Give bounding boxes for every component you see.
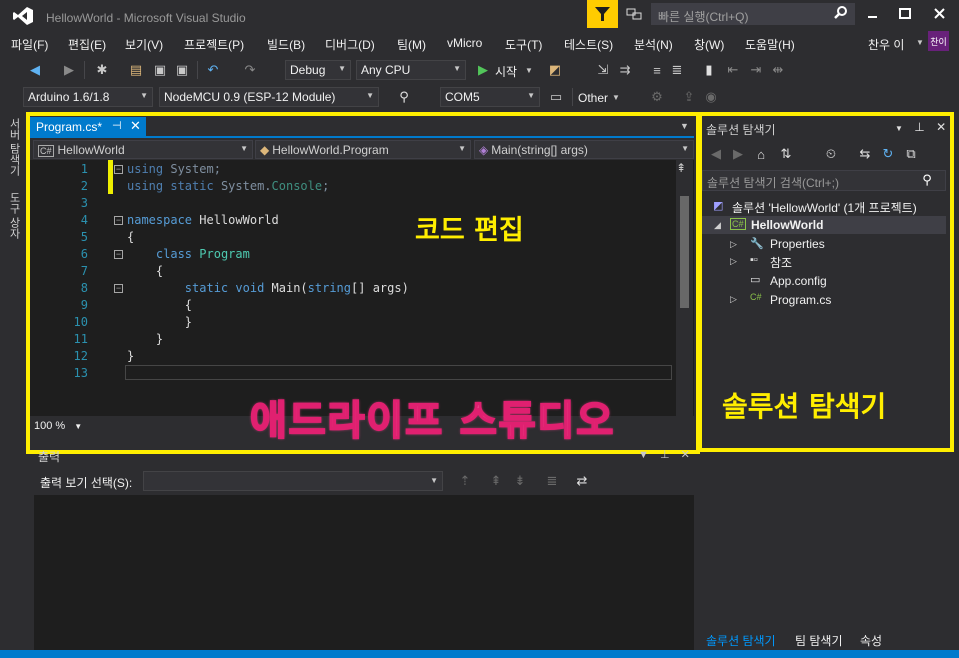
output-panel-controls[interactable]: ▼ ⊥ ✕ — [638, 448, 690, 461]
debug-play-icon[interactable]: ◉ — [702, 88, 720, 106]
menu-help[interactable]: 도움말(H) — [745, 36, 795, 53]
brand-watermark: 애드라이프 스튜디오 — [249, 397, 616, 445]
redo-icon[interactable]: ↷ — [241, 61, 259, 79]
menu-team[interactable]: 팀(M) — [397, 36, 426, 53]
prev-bookmark-icon[interactable]: ⇤ — [724, 61, 742, 79]
chevron-down-icon: ▼ — [453, 64, 461, 73]
server-explorer-tab[interactable]: 서버 탐색기 — [6, 118, 22, 176]
menu-edit[interactable]: 편집(E) — [68, 36, 106, 53]
save-all-icon[interactable]: ▣ — [173, 61, 191, 79]
quick-launch-placeholder: 빠른 실행(Ctrl+Q) — [658, 10, 749, 24]
toolbox-tab[interactable]: 도구 상자 — [6, 192, 22, 239]
platform-value: Any CPU — [361, 63, 411, 77]
clear-all-icon[interactable]: ≣ — [543, 472, 561, 490]
forward-icon[interactable]: ▶ — [60, 61, 78, 79]
chevron-down-icon[interactable]: ▼ — [612, 93, 620, 102]
output-panel-title: 출력 — [38, 450, 61, 464]
serial-monitor-icon[interactable]: ▭ — [547, 88, 565, 106]
menu-debug[interactable]: 디버그(D) — [325, 36, 375, 53]
menu-window[interactable]: 창(W) — [694, 36, 724, 53]
browser-link-icon[interactable]: ◩ — [546, 61, 564, 79]
clear-bookmarks-icon[interactable]: ⇹ — [769, 61, 787, 79]
user-dropdown-chevron-icon[interactable]: ▼ — [916, 38, 924, 47]
menu-test[interactable]: 테스트(S) — [564, 36, 613, 53]
step-into-icon[interactable]: ⇲ — [594, 61, 612, 79]
tab-properties[interactable]: 속성 — [860, 632, 882, 649]
platform-dropdown[interactable]: Any CPU ▼ — [356, 60, 466, 80]
port-dropdown[interactable]: COM5 ▼ — [440, 87, 540, 107]
chevron-down-icon[interactable]: ▼ — [525, 66, 533, 75]
open-file-icon[interactable]: ▤ — [127, 61, 145, 79]
save-icon[interactable]: ▣ — [151, 61, 169, 79]
chevron-down-icon: ▼ — [338, 64, 346, 73]
bookmark-icon[interactable]: ▮ — [700, 61, 718, 79]
gear-icon[interactable]: ⚙ — [648, 88, 666, 106]
output-text-area[interactable] — [34, 495, 694, 650]
toolbar-separator — [572, 88, 573, 106]
back-icon[interactable]: ◀ — [26, 61, 44, 79]
new-project-icon[interactable]: ✱ — [93, 61, 111, 79]
menu-tools[interactable]: 도구(T) — [505, 36, 542, 53]
menu-build[interactable]: 빌드(B) — [267, 36, 305, 53]
avatar[interactable]: 찬이 — [928, 31, 949, 51]
chevron-down-icon: ▼ — [527, 91, 535, 100]
step-over-icon[interactable]: ⇉ — [616, 61, 634, 79]
uncomment-icon[interactable]: ≣ — [668, 61, 686, 79]
menu-file[interactable]: 파일(F) — [11, 36, 48, 53]
pin-icon[interactable]: ⊥ — [660, 449, 670, 461]
board-version-value: Arduino 1.6/1.8 — [28, 90, 110, 104]
status-bar — [0, 650, 959, 658]
solution-explorer-annotation: 솔루션 탐색기 — [722, 390, 887, 423]
next-bookmark-icon[interactable]: ⇥ — [747, 61, 765, 79]
prev-message-icon[interactable]: ⇞ — [487, 472, 505, 490]
tab-team-explorer[interactable]: 팀 탐색기 — [795, 632, 843, 649]
find-message-icon[interactable]: ⇡ — [456, 472, 474, 490]
tab-solution-explorer[interactable]: 솔루션 탐색기 — [706, 632, 776, 649]
port-value: COM5 — [445, 90, 480, 104]
menu-vmicro[interactable]: vMicro — [447, 36, 482, 50]
undo-icon[interactable]: ↶ — [204, 61, 222, 79]
chevron-down-icon[interactable]: ▼ — [638, 449, 649, 461]
other-dropdown-label[interactable]: Other — [578, 91, 608, 105]
comment-icon[interactable]: ≡ — [648, 61, 666, 79]
visual-studio-logo-icon — [12, 6, 34, 26]
chevron-down-icon: ▼ — [140, 91, 148, 100]
search-icon[interactable]: ⚲ — [395, 88, 413, 106]
solution-config-dropdown[interactable]: Debug ▼ — [285, 60, 351, 80]
close-button[interactable] — [927, 4, 951, 24]
maximize-button[interactable] — [893, 4, 917, 24]
user-name[interactable]: 찬우 이 — [868, 36, 904, 53]
next-message-icon[interactable]: ⇟ — [511, 472, 529, 490]
chevron-down-icon: ▼ — [366, 91, 374, 100]
chevron-down-icon: ▼ — [430, 476, 438, 485]
menu-view[interactable]: 보기(V) — [125, 36, 163, 53]
feedback-icon[interactable] — [624, 5, 644, 23]
upload-icon[interactable]: ⇪ — [680, 88, 698, 106]
search-icon[interactable] — [833, 5, 849, 21]
config-value: Debug — [290, 63, 326, 77]
notification-filter-button[interactable] — [587, 0, 618, 28]
start-button-label[interactable]: 시작 — [495, 63, 517, 80]
play-icon[interactable]: ▶ — [474, 61, 492, 79]
minimize-button[interactable] — [860, 4, 884, 24]
board-dropdown[interactable]: NodeMCU 0.9 (ESP-12 Module) ▼ — [159, 87, 379, 107]
word-wrap-icon[interactable]: ⇄ — [573, 472, 591, 490]
toolbar-separator — [197, 61, 198, 79]
output-source-label: 출력 보기 선택(S): — [40, 476, 133, 490]
toolbar-separator — [84, 61, 85, 79]
close-icon[interactable]: ✕ — [681, 449, 690, 461]
arduino-version-dropdown[interactable]: Arduino 1.6/1.8 ▼ — [23, 87, 153, 107]
code-edit-annotation: 코드 편집 — [415, 215, 524, 246]
menu-analyze[interactable]: 분석(N) — [634, 36, 673, 53]
window-title: HellowWorld - Microsoft Visual Studio — [46, 11, 246, 25]
board-value: NodeMCU 0.9 (ESP-12 Module) — [164, 90, 336, 104]
menu-project[interactable]: 프로젝트(P) — [184, 36, 244, 53]
output-source-dropdown[interactable]: ▼ — [143, 471, 443, 491]
